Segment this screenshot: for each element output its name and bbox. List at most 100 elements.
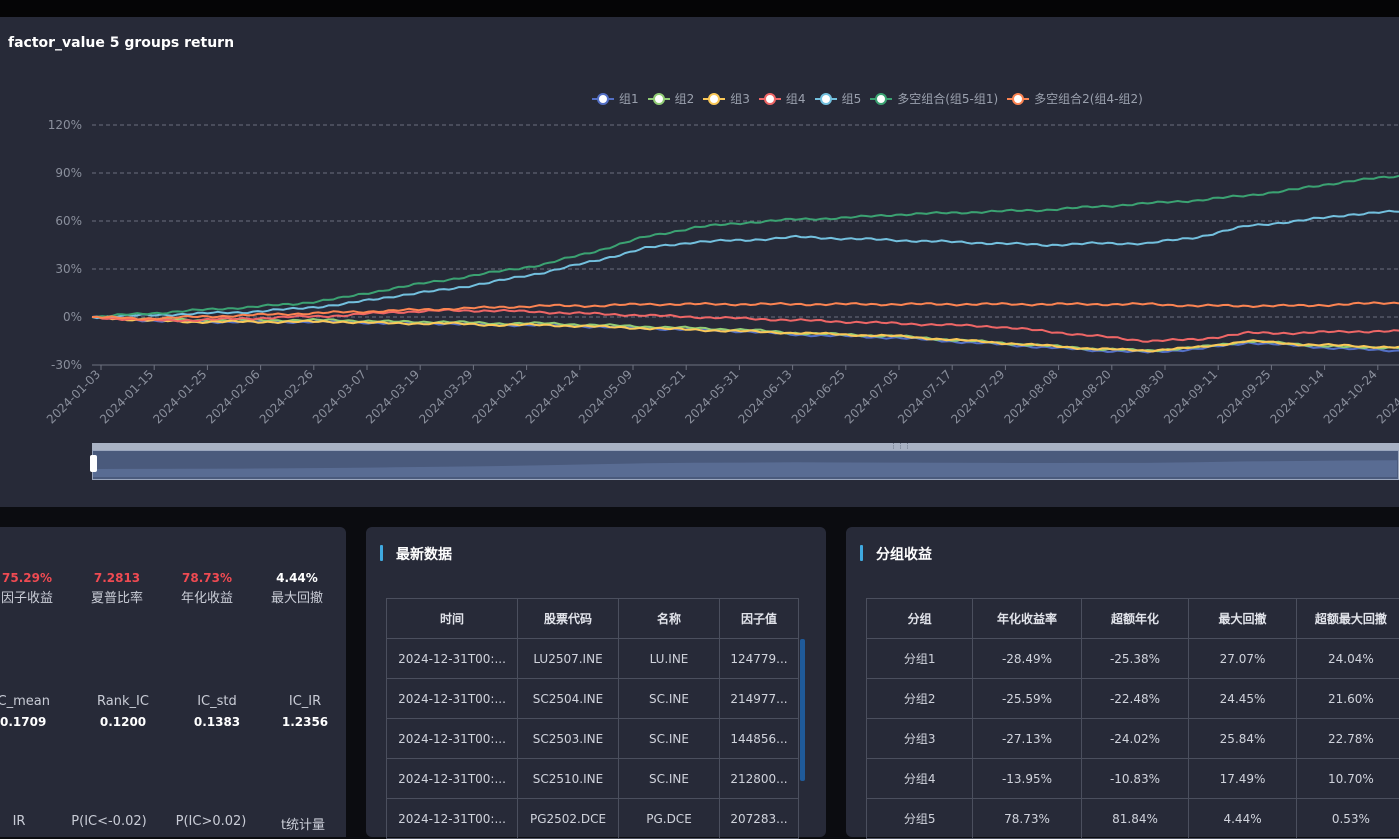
metric-ic-mean: IC_mean 0.1709 [0, 692, 54, 729]
x-tick-label: 2024-05-09 [576, 367, 635, 426]
x-tick-label: 2024-01-25 [150, 367, 209, 426]
legend-item[interactable]: 多空组合(组5-组1) [870, 90, 998, 107]
series-line [92, 317, 1399, 352]
metric-value: 1.2356 [268, 715, 342, 729]
column-header[interactable]: 年化收益率 [973, 599, 1081, 639]
table-cell: 17.49% [1189, 759, 1296, 799]
table-row[interactable]: 分组4-13.95%-10.83%17.49%10.70% [867, 759, 1399, 799]
table-cell: 78.73% [973, 799, 1081, 839]
table-cell: 25.84% [1189, 719, 1296, 759]
y-tick-label: 120% [48, 118, 82, 132]
data-zoom-preview [93, 451, 1397, 477]
table-cell: 10.70% [1296, 759, 1399, 799]
metric-value: 0.1709 [0, 715, 46, 729]
table-scrollbar[interactable] [800, 639, 805, 781]
table-cell: 4.44% [1189, 799, 1296, 839]
metric-value: 75.29% [0, 571, 54, 585]
table-cell: SC2503.INE [518, 719, 619, 759]
legend-item[interactable]: 组1 [592, 90, 639, 107]
column-header[interactable]: 股票代码 [518, 599, 619, 639]
y-tick-label: 30% [55, 262, 82, 276]
x-tick-label: 2024-02-26 [257, 367, 316, 426]
table-row[interactable]: 分组578.73%81.84%4.44%0.53% [867, 799, 1399, 839]
table-cell: -25.38% [1081, 639, 1189, 679]
legend-item[interactable]: 组4 [759, 90, 806, 107]
x-tick-label: 2024-04-12 [470, 367, 529, 426]
legend-marker-icon [870, 93, 892, 105]
table-cell: 2024-12-31T00:... [387, 759, 518, 799]
x-tick-label: 2024-07-05 [842, 367, 901, 426]
data-zoom-area [93, 460, 1397, 477]
table-row[interactable]: 分组2-25.59%-22.48%24.45%21.60% [867, 679, 1399, 719]
legend-item[interactable]: 组5 [815, 90, 862, 107]
x-tick-label: 2024-03-29 [416, 367, 475, 426]
metric-label: IR [0, 814, 38, 829]
table-cell: 124779... [720, 639, 799, 679]
data-zoom-track[interactable]: ⋮⋮⋮ [92, 443, 1399, 450]
chart-legend[interactable]: 组1 组2 组3 组4 组5 多空组合(组5-组1) 多空组合2(组4-组2) [592, 90, 1143, 107]
table-row[interactable]: 分组3-27.13%-24.02%25.84%22.78% [867, 719, 1399, 759]
table-row[interactable]: 2024-12-31T00:...SC2503.INESC.INE144856.… [387, 719, 799, 759]
legend-marker-icon [703, 93, 725, 105]
metric-t-stat: t统计量 [266, 812, 340, 833]
table-cell: PG.DCE [619, 799, 720, 839]
x-tick-label: 2024-02-06 [204, 367, 263, 426]
legend-label: 组2 [675, 90, 695, 107]
group-return-card: 分组收益 分组 年化收益率 超额年化 最大回撤 超额最大回撤 分组1-28.49… [846, 527, 1399, 837]
y-tick-label: 0% [63, 310, 82, 324]
x-tick-label: 2024-07-29 [948, 367, 1007, 426]
table-row[interactable]: 分组1-28.49%-25.38%27.07%24.04% [867, 639, 1399, 679]
group-return-table: 分组 年化收益率 超额年化 最大回撤 超额最大回撤 分组1-28.49%-25.… [866, 598, 1399, 839]
metric-rank-ic: Rank_IC 0.1200 [86, 692, 160, 729]
column-header[interactable]: 名称 [619, 599, 720, 639]
legend-marker-icon [648, 93, 670, 105]
metric-label: 最大回撤 [264, 587, 330, 606]
column-header[interactable]: 最大回撤 [1189, 599, 1296, 639]
table-cell: 分组1 [867, 639, 973, 679]
metric-value: 0.1200 [86, 715, 160, 729]
table-cell: SC2510.INE [518, 759, 619, 799]
drag-grip-icon[interactable]: ⋮⋮⋮ [890, 443, 911, 450]
table-row[interactable]: 2024-12-31T00:...SC2510.INESC.INE212800.… [387, 759, 799, 799]
table-row[interactable]: 2024-12-31T00:...PG2502.DCEPG.DCE207283.… [387, 799, 799, 839]
column-header[interactable]: 因子值 [720, 599, 799, 639]
metric-max-drawdown: 4.44% 最大回撤 [264, 571, 330, 606]
data-zoom-slider[interactable]: ⋮⋮⋮ [92, 443, 1399, 480]
table-cell: 81.84% [1081, 799, 1189, 839]
legend-label: 组1 [619, 90, 639, 107]
y-tick-label: -30% [51, 358, 82, 372]
metric-value: 0.1383 [180, 715, 254, 729]
x-tick-label: 2024-07-17 [895, 367, 954, 426]
table-cell: 21.60% [1296, 679, 1399, 719]
column-header[interactable]: 时间 [387, 599, 518, 639]
column-header[interactable]: 超额年化 [1081, 599, 1189, 639]
card-title: 分组收益 [860, 544, 932, 564]
group-return-chart-panel: -30%0%30%60%90%120%2024-01-032024-01-152… [0, 17, 1399, 507]
series-line [92, 211, 1399, 318]
metric-label: t统计量 [266, 814, 340, 833]
legend-label: 组5 [842, 90, 862, 107]
legend-item[interactable]: 组2 [648, 90, 695, 107]
table-cell: 分组3 [867, 719, 973, 759]
metric-ic-ir: IC_IR 1.2356 [268, 692, 342, 729]
legend-marker-icon [1007, 93, 1029, 105]
data-zoom-left-handle[interactable] [90, 455, 97, 472]
legend-item[interactable]: 多空组合2(组4-组2) [1007, 90, 1143, 107]
metric-ir: IR [0, 812, 38, 829]
metric-factor-return: 75.29% 因子收益 [0, 571, 54, 606]
legend-marker-icon [815, 93, 837, 105]
chart-title: factor_value 5 groups return [8, 35, 234, 51]
table-row[interactable]: 2024-12-31T00:...SC2504.INESC.INE214977.… [387, 679, 799, 719]
table-cell: 144856... [720, 719, 799, 759]
metric-label: 因子收益 [0, 587, 54, 606]
column-header[interactable]: 超额最大回撤 [1296, 599, 1399, 639]
x-tick-label: 2024-01-15 [97, 367, 156, 426]
table-cell: 24.04% [1296, 639, 1399, 679]
table-cell: 2024-12-31T00:... [387, 679, 518, 719]
metric-label: 年化收益 [174, 587, 240, 606]
table-cell: 0.53% [1296, 799, 1399, 839]
x-tick-label: 2024-08-30 [1108, 367, 1167, 426]
table-row[interactable]: 2024-12-31T00:...LU2507.INELU.INE124779.… [387, 639, 799, 679]
legend-item[interactable]: 组3 [703, 90, 750, 107]
column-header[interactable]: 分组 [867, 599, 973, 639]
